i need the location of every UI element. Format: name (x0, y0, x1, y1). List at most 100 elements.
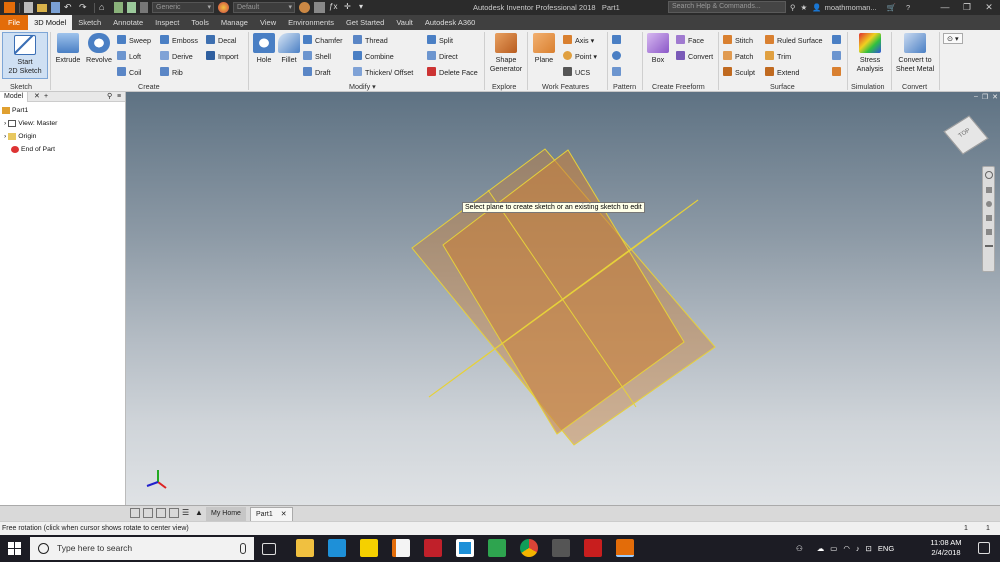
browser-add-icon[interactable]: + (40, 92, 52, 102)
app-icon-c[interactable] (328, 539, 346, 557)
minimize-button[interactable]: — (934, 0, 956, 15)
user-icon[interactable]: 👤 (812, 3, 821, 12)
adjust-icon[interactable] (314, 2, 325, 13)
surface-extra-1-button[interactable] (832, 35, 844, 45)
save-icon[interactable] (51, 2, 60, 13)
tab-environments[interactable]: Environments (282, 15, 340, 30)
point-button[interactable]: Point ▾ (563, 51, 597, 61)
start-2d-sketch-button[interactable]: Start 2D Sketch (2, 32, 48, 79)
tray-icon[interactable]: ▭ (830, 544, 837, 553)
tab-manage[interactable]: Manage (215, 15, 254, 30)
thicken-offset-button[interactable]: Thicken/ Offset (353, 67, 413, 77)
hole-button[interactable]: Hole (252, 33, 276, 64)
sweep-button[interactable]: Sweep (117, 35, 151, 45)
cloud-icon[interactable]: ☁ (817, 544, 825, 553)
close-doc-tab-icon[interactable]: ✕ (281, 511, 287, 518)
autocad-icon[interactable] (584, 539, 602, 557)
ribbon-options-button[interactable]: ⊙ ▾ (943, 33, 963, 44)
volume-icon[interactable]: ♪ (856, 544, 860, 553)
help-icon[interactable]: ? (906, 3, 910, 12)
combine-button[interactable]: Combine (353, 51, 394, 61)
open-folder-icon[interactable] (37, 3, 47, 12)
maximize-button[interactable]: ❐ (956, 0, 978, 15)
task-view-icon[interactable] (262, 543, 276, 555)
taskbar-search-input[interactable]: Type here to search (30, 537, 254, 560)
tab-file[interactable]: File (0, 15, 29, 30)
ucs-button[interactable]: UCS (563, 67, 590, 77)
revolve-button[interactable]: Revolve (83, 33, 115, 64)
update-icon[interactable] (114, 2, 123, 13)
app-icon-a[interactable] (360, 539, 378, 557)
app-icon-f[interactable] (392, 539, 410, 557)
expand-icon[interactable]: › (4, 133, 6, 140)
notifications-icon[interactable] (978, 542, 990, 554)
stress-analysis-button[interactable]: Stress Analysis (850, 33, 890, 73)
axis-button[interactable]: Axis ▾ (563, 35, 594, 45)
patch-button[interactable]: Patch (723, 51, 753, 61)
tab-vault[interactable]: Vault (390, 15, 419, 30)
derive-button[interactable]: Derive (160, 51, 193, 61)
inventor-logo-icon[interactable] (4, 2, 15, 13)
tree-item-origin[interactable]: › Origin (4, 133, 36, 140)
delete-face-button[interactable]: Delete Face (427, 67, 478, 77)
surface-extra-3-button[interactable] (832, 67, 844, 77)
circular-pattern-button[interactable] (612, 51, 624, 61)
clear-appearance-icon[interactable] (299, 2, 310, 13)
trim-button[interactable]: Trim (765, 51, 791, 61)
face-button[interactable]: Face (676, 35, 704, 45)
redo-icon[interactable]: ↷ (79, 2, 90, 13)
ruled-surface-button[interactable]: Ruled Surface (765, 35, 823, 45)
people-icon[interactable]: ⚇ (796, 544, 803, 553)
tab-autodesk-a360[interactable]: Autodesk A360 (419, 15, 481, 30)
viewport-minimize-icon[interactable]: – (974, 93, 978, 101)
language-indicator[interactable]: ENG (878, 544, 894, 553)
thread-button[interactable]: Thread (353, 35, 388, 45)
emboss-button[interactable]: Emboss (160, 35, 198, 45)
extend-button[interactable]: Extend (765, 67, 799, 77)
measure-icon[interactable]: ✛ (344, 2, 355, 13)
draft-button[interactable]: Draft (303, 67, 331, 77)
tab-inspect[interactable]: Inspect (149, 15, 185, 30)
chamfer-button[interactable]: Chamfer (303, 35, 343, 45)
tab-view[interactable]: View (254, 15, 282, 30)
tab-annotate[interactable]: Annotate (107, 15, 149, 30)
zoom-icon[interactable] (985, 201, 992, 207)
network-icon[interactable]: ⊡ (866, 544, 872, 553)
viewport-close-icon[interactable]: ✕ (992, 93, 998, 101)
steering-wheel-icon[interactable] (984, 171, 993, 179)
appearance-icon[interactable] (218, 2, 229, 13)
microphone-icon[interactable] (240, 543, 246, 554)
mirror-button[interactable] (612, 67, 624, 77)
coil-button[interactable]: Coil (117, 67, 141, 77)
tab-sketch[interactable]: Sketch (72, 15, 107, 30)
tree-item-end-of-part[interactable]: End of Part (11, 146, 55, 153)
app-icon-frame[interactable] (456, 539, 474, 557)
shape-generator-button[interactable]: Shape Generator (486, 33, 526, 73)
rectangular-pattern-button[interactable] (612, 35, 624, 45)
direct-button[interactable]: Direct (427, 51, 458, 61)
material-combo[interactable]: Generic (152, 2, 214, 13)
app-icon-wolf[interactable] (552, 539, 570, 557)
inventor-taskbar-icon[interactable] (616, 539, 634, 557)
customize-qat-icon[interactable]: ▾ (359, 2, 370, 13)
shell-button[interactable]: Shell (303, 51, 331, 61)
doc-tab-part1[interactable]: Part1 ✕ (250, 507, 293, 521)
panel-label-modify[interactable]: Modify ▾ (349, 82, 376, 91)
decal-button[interactable]: Decal (206, 35, 236, 45)
convert-to-sheet-metal-button[interactable]: Convert to Sheet Metal (893, 33, 937, 73)
tree-item-part1[interactable]: Part1 (2, 107, 28, 114)
undo-icon[interactable]: ↶ (64, 2, 75, 13)
doc-tab-my-home[interactable]: My Home (206, 507, 246, 521)
tile-vertical-icon[interactable] (130, 508, 140, 518)
look-at-icon[interactable] (985, 229, 992, 235)
windows-start-icon[interactable] (8, 542, 21, 555)
tab-get-started[interactable]: Get Started (340, 15, 390, 30)
sculpt-button[interactable]: Sculpt (723, 67, 755, 77)
grid-icon[interactable] (140, 2, 148, 13)
tab-tools[interactable]: Tools (185, 15, 215, 30)
rib-button[interactable]: Rib (160, 67, 183, 77)
pan-icon[interactable] (985, 187, 992, 193)
app-icon-puzzle[interactable] (488, 539, 506, 557)
expand-tabs-icon[interactable]: ▲ (195, 508, 205, 518)
browser-menu-icon[interactable]: ≡ (113, 92, 125, 102)
